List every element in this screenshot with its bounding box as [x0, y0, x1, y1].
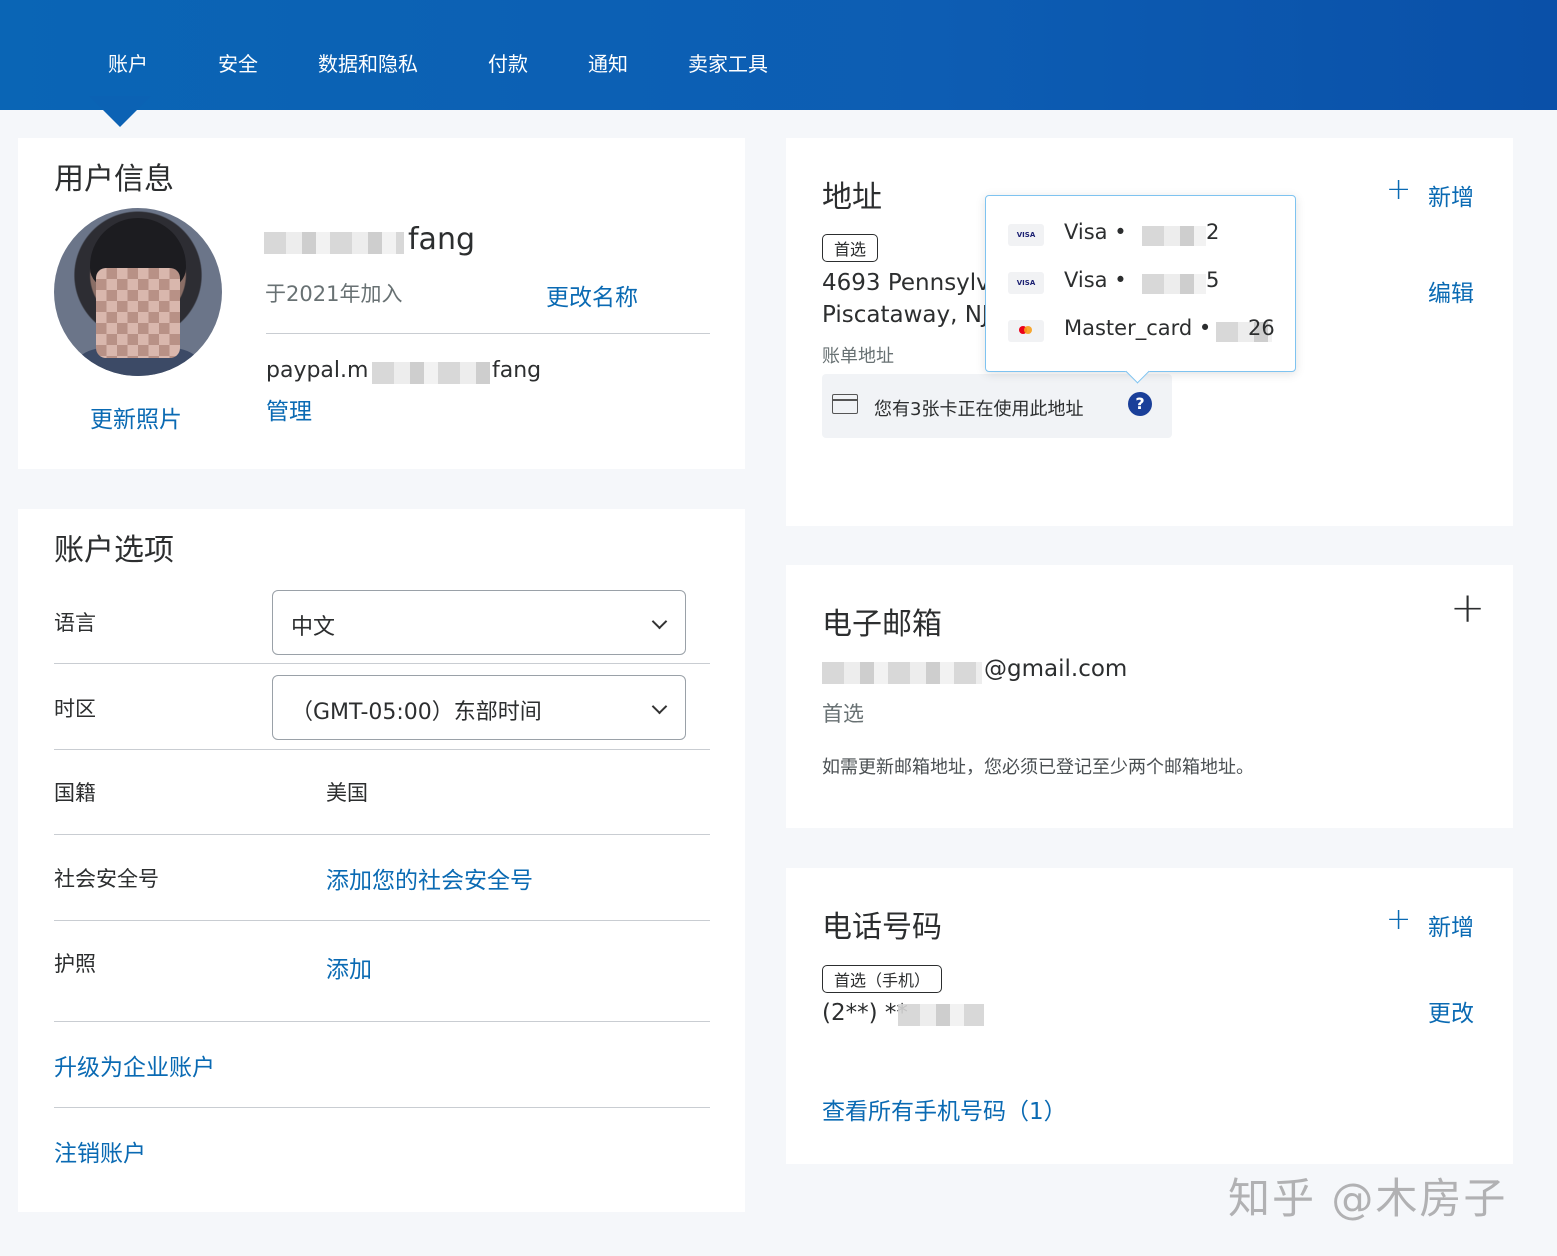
- redacted-email: [822, 662, 982, 684]
- card-label: Visa •: [1064, 268, 1127, 292]
- tab-payments[interactable]: 付款: [488, 48, 528, 77]
- card-tail: 2: [1206, 220, 1220, 244]
- add-phone-link[interactable]: 新增: [1428, 908, 1474, 942]
- language-label: 语言: [54, 611, 96, 635]
- billing-address-label: 账单地址: [822, 346, 894, 367]
- tab-seller-tools[interactable]: 卖家工具: [688, 48, 768, 77]
- card-tail: 5: [1206, 268, 1220, 292]
- language-value: 中文: [291, 615, 336, 640]
- address-title: 地址: [822, 180, 882, 215]
- add-address-link[interactable]: 新增: [1428, 178, 1474, 212]
- joined-date: 于2021年加入: [265, 282, 403, 306]
- plus-icon[interactable]: +: [1386, 172, 1411, 207]
- cards-popover: VISA Visa • 2 VISA Visa • 5 Master_card …: [985, 195, 1296, 372]
- add-ssn-link[interactable]: 添加您的社会安全号: [326, 861, 533, 895]
- add-passport-link[interactable]: 添加: [326, 950, 372, 984]
- email-note: 如需更新邮箱地址，您必须已登记至少两个邮箱地址。: [822, 757, 1254, 778]
- phone-title: 电话号码: [822, 910, 942, 945]
- edit-address-link[interactable]: 编辑: [1428, 274, 1474, 308]
- ssn-label: 社会安全号: [54, 867, 159, 891]
- divider: [54, 920, 710, 921]
- tab-data-privacy[interactable]: 数据和隐私: [318, 48, 418, 77]
- paypal-me-prefix: paypal.m: [266, 358, 369, 383]
- card-label: Visa •: [1064, 220, 1127, 244]
- add-email-plus-icon[interactable]: +: [1450, 583, 1485, 632]
- watermark: 知乎 @木房子: [1228, 1174, 1508, 1223]
- nationality-label: 国籍: [54, 781, 96, 805]
- popover-card-row: VISA Visa • 2: [1008, 218, 1278, 248]
- timezone-value: （GMT-05:00）东部时间: [291, 700, 542, 725]
- redacted-name: [264, 232, 404, 254]
- divider: [54, 663, 710, 664]
- preferred-badge: 首选: [822, 234, 879, 262]
- timezone-label: 时区: [54, 697, 96, 721]
- timezone-select[interactable]: （GMT-05:00）东部时间: [272, 675, 686, 740]
- credit-card-icon: [832, 394, 858, 414]
- upgrade-business-link[interactable]: 升级为企业账户: [54, 1048, 215, 1082]
- email-domain: @gmail.com: [984, 656, 1128, 682]
- divider: [54, 1107, 710, 1108]
- view-all-phones-link[interactable]: 查看所有手机号码（1）: [822, 1092, 1067, 1126]
- change-phone-link[interactable]: 更改: [1428, 994, 1474, 1028]
- popover-card-row: Master_card • 26: [1008, 314, 1278, 344]
- address-line1: 4693 Pennsylv: [822, 270, 990, 296]
- passport-label: 护照: [54, 952, 96, 976]
- redacted-card-number: [1142, 226, 1206, 246]
- card-tail: 26: [1248, 316, 1275, 340]
- language-select[interactable]: 中文: [272, 590, 686, 655]
- email-preferred-label: 首选: [822, 702, 864, 726]
- redacted-phone: [898, 1004, 984, 1026]
- divider: [54, 834, 710, 835]
- divider: [54, 749, 710, 750]
- divider: [54, 1021, 710, 1022]
- card-label: Master_card •: [1064, 316, 1212, 340]
- redacted-paypal-me: [372, 362, 490, 384]
- chevron-down-icon: [651, 698, 668, 715]
- avatar[interactable]: [54, 208, 222, 376]
- user-name: fang: [408, 222, 476, 257]
- cards-using-address-note: 您有3张卡正在使用此地址 ?: [822, 374, 1172, 438]
- top-navigation: 账户 安全 数据和隐私 付款 通知 卖家工具: [0, 0, 1557, 110]
- help-icon[interactable]: ?: [1128, 392, 1152, 416]
- close-account-link[interactable]: 注销账户: [54, 1134, 146, 1168]
- redacted-card-number: [1142, 274, 1206, 294]
- preferred-mobile-badge: 首选（手机）: [822, 965, 943, 993]
- plus-icon[interactable]: +: [1386, 902, 1411, 937]
- nationality-value: 美国: [326, 781, 368, 805]
- paypal-me-suffix: fang: [492, 358, 542, 383]
- popover-card-row: VISA Visa • 5: [1008, 266, 1278, 296]
- address-line2: Piscataway, NJ: [822, 302, 989, 328]
- tab-security[interactable]: 安全: [218, 48, 258, 77]
- chevron-down-icon: [651, 613, 668, 630]
- mastercard-logo-icon: [1008, 320, 1044, 342]
- divider: [266, 333, 710, 334]
- email-title: 电子邮箱: [822, 607, 942, 642]
- visa-logo-icon: VISA: [1008, 224, 1044, 246]
- change-name-link[interactable]: 更改名称: [546, 278, 638, 312]
- phone-number: (2**) **: [822, 1000, 908, 1026]
- update-photo-link[interactable]: 更新照片: [90, 400, 182, 434]
- visa-logo-icon: VISA: [1008, 272, 1044, 294]
- account-options-title: 账户选项: [54, 533, 174, 568]
- cards-note-text: 您有3张卡正在使用此地址: [874, 399, 1084, 420]
- user-info-title: 用户信息: [54, 162, 174, 197]
- tab-account[interactable]: 账户: [108, 48, 148, 77]
- active-tab-indicator: [89, 96, 151, 127]
- tab-notifications[interactable]: 通知: [588, 48, 628, 77]
- manage-paypal-me-link[interactable]: 管理: [266, 392, 312, 426]
